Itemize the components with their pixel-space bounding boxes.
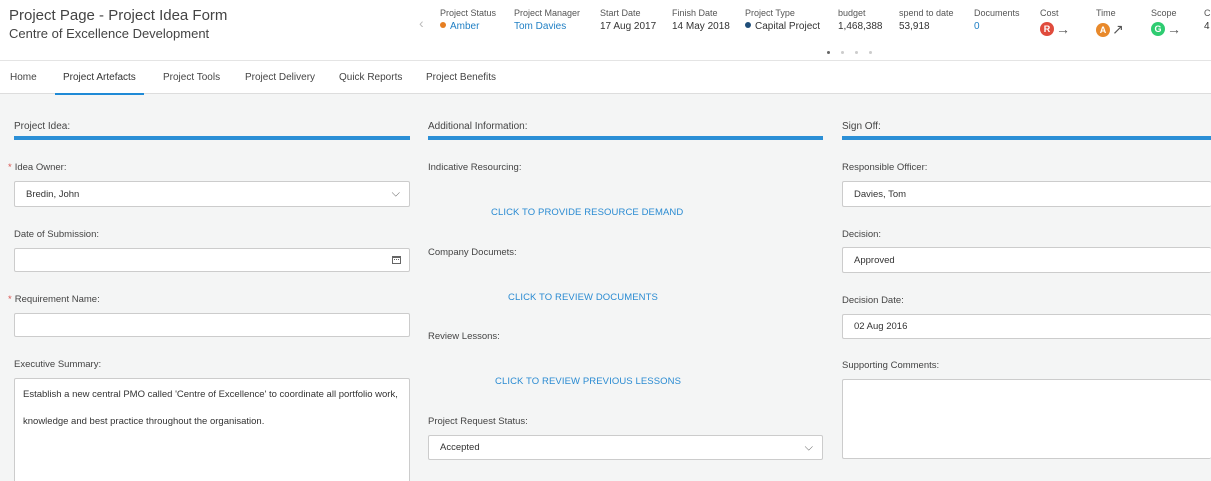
kpi-project-manager: Project Manager Tom Davies bbox=[514, 8, 581, 32]
page-header: Project Page - Project Idea Form Centre … bbox=[0, 0, 1211, 60]
tab-project-benefits[interactable]: Project Benefits bbox=[426, 61, 496, 94]
executive-summary-textarea[interactable]: Establish a new central PMO called 'Cent… bbox=[14, 378, 410, 481]
documents-value[interactable]: 0 bbox=[974, 21, 1020, 32]
kpi-time: Time A ↗ bbox=[1096, 8, 1124, 37]
review-previous-lessons-link[interactable]: CLICK TO REVIEW PREVIOUS LESSONS bbox=[495, 376, 681, 387]
finish-date-value: 14 May 2018 bbox=[672, 21, 730, 32]
supporting-comments-label: Supporting Comments: bbox=[842, 360, 940, 371]
tab-bar: Home Project Artefacts Project Tools Pro… bbox=[0, 60, 1211, 95]
status-dot-icon bbox=[440, 22, 446, 29]
decision-label: Decision: bbox=[842, 229, 882, 240]
kpi-spend-to-date: spend to date 53,918 bbox=[899, 8, 954, 32]
cost-rag-badge: R bbox=[1040, 22, 1054, 36]
section-divider bbox=[842, 136, 1211, 140]
company-documents-label: Company Documets: bbox=[428, 247, 517, 258]
project-type-value: Capital Project bbox=[755, 21, 821, 32]
page-subtitle: Centre of Excellence Development bbox=[9, 26, 210, 41]
pager-dot[interactable] bbox=[827, 51, 830, 54]
kpi-cost: Cost R → bbox=[1040, 8, 1070, 37]
trend-right-arrow-icon: → bbox=[1056, 21, 1070, 37]
kpi-overflow: C 4 bbox=[1204, 8, 1211, 32]
tab-project-delivery[interactable]: Project Delivery bbox=[245, 61, 315, 94]
section-title-project-idea: Project Idea: bbox=[14, 121, 71, 132]
kpi-budget: budget 1,468,388 bbox=[838, 8, 883, 32]
calendar-icon[interactable] bbox=[392, 256, 401, 264]
responsible-officer-field[interactable]: Davies, Tom bbox=[842, 181, 1211, 207]
kpi-project-type: Project Type Capital Project bbox=[745, 8, 821, 32]
decision-date-label: Decision Date: bbox=[842, 295, 904, 306]
required-marker: * bbox=[8, 162, 12, 173]
decision-field[interactable]: Approved bbox=[842, 247, 1211, 273]
project-request-status-select[interactable]: Accepted ⌵ bbox=[428, 435, 823, 460]
idea-owner-select[interactable]: Bredin, John ⌵ bbox=[14, 181, 410, 207]
review-documents-link[interactable]: CLICK TO REVIEW DOCUMENTS bbox=[508, 292, 658, 303]
trend-up-right-arrow-icon: ↗ bbox=[1112, 21, 1124, 37]
project-status-value: Amber bbox=[450, 21, 480, 32]
section-title-sign-off: Sign Off: bbox=[842, 121, 881, 132]
chevron-down-icon: ⌵ bbox=[391, 187, 400, 200]
tab-project-artefacts[interactable]: Project Artefacts bbox=[55, 61, 144, 95]
requirement-name-label: * Requirement Name: bbox=[8, 294, 100, 305]
section-title-additional-information: Additional Information: bbox=[428, 121, 528, 132]
pager-dot[interactable] bbox=[841, 51, 844, 54]
date-of-submission-label: Date of Submission: bbox=[14, 229, 100, 240]
kpi-start-date: Start Date 17 Aug 2017 bbox=[600, 8, 657, 32]
project-request-status-label: Project Request Status: bbox=[428, 416, 528, 427]
trend-right-arrow-icon: → bbox=[1167, 21, 1181, 37]
date-of-submission-input[interactable] bbox=[14, 248, 410, 272]
pager-dot[interactable] bbox=[869, 51, 872, 54]
type-dot-icon bbox=[745, 22, 751, 29]
kpi-finish-date: Finish Date 14 May 2018 bbox=[672, 8, 730, 32]
section-divider bbox=[14, 136, 410, 140]
project-manager-value[interactable]: Tom Davies bbox=[514, 21, 580, 32]
required-marker: * bbox=[8, 294, 12, 305]
indicative-resourcing-label: Indicative Resourcing: bbox=[428, 162, 522, 173]
section-divider bbox=[428, 136, 823, 140]
budget-value: 1,468,388 bbox=[838, 21, 883, 32]
page-title: Project Page - Project Idea Form bbox=[9, 7, 228, 24]
idea-owner-label: * Idea Owner: bbox=[8, 162, 67, 173]
tab-quick-reports[interactable]: Quick Reports bbox=[339, 61, 402, 94]
kpi-scope: Scope G → bbox=[1151, 8, 1181, 37]
tab-home[interactable]: Home bbox=[10, 61, 37, 94]
kpi-pager bbox=[827, 41, 883, 59]
scope-rag-badge: G bbox=[1151, 22, 1165, 36]
chevron-down-icon: ⌵ bbox=[804, 441, 813, 453]
requirement-name-input[interactable] bbox=[14, 313, 410, 337]
time-rag-badge: A bbox=[1096, 22, 1110, 37]
tab-project-tools[interactable]: Project Tools bbox=[163, 61, 220, 94]
executive-summary-label: Executive Summary: bbox=[14, 359, 102, 370]
provide-resource-demand-link[interactable]: CLICK TO PROVIDE RESOURCE DEMAND bbox=[491, 207, 683, 218]
start-date-value: 17 Aug 2017 bbox=[600, 21, 657, 32]
kpi-project-status: Project Status Amber bbox=[440, 8, 497, 32]
decision-date-field[interactable]: 02 Aug 2016 bbox=[842, 314, 1211, 339]
review-lessons-label: Review Lessons: bbox=[428, 331, 500, 342]
responsible-officer-label: Responsible Officer: bbox=[842, 162, 928, 173]
spend-to-date-value: 53,918 bbox=[899, 21, 930, 32]
kpi-documents: Documents 0 bbox=[974, 8, 1020, 32]
supporting-comments-textarea[interactable] bbox=[842, 379, 1211, 459]
pager-dot[interactable] bbox=[855, 51, 858, 54]
chevron-left-icon[interactable]: ‹ bbox=[419, 15, 424, 31]
